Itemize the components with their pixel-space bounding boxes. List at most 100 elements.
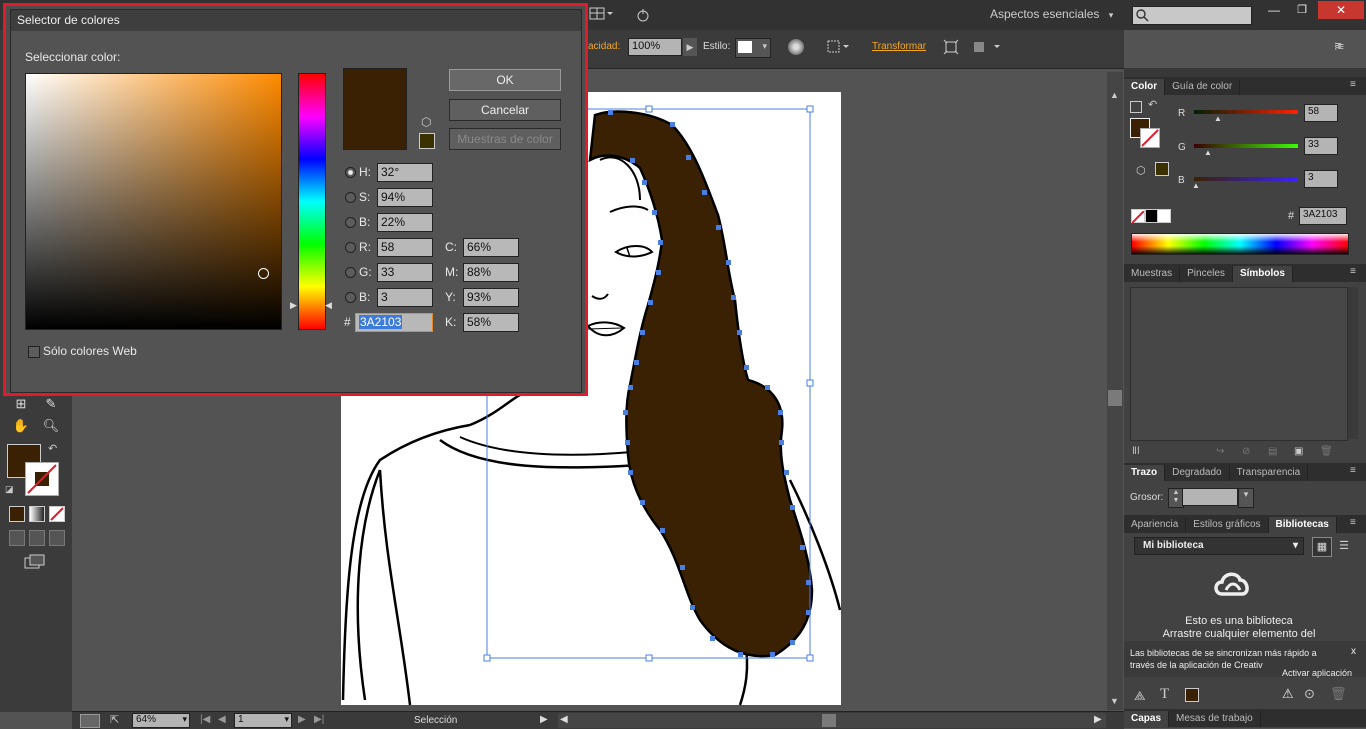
color-swatches-button[interactable]: Muestras de color	[449, 128, 561, 150]
r-slider[interactable]	[1194, 110, 1298, 114]
tab-gradient[interactable]: Degradado	[1165, 465, 1230, 481]
navigator-icon[interactable]	[80, 714, 100, 728]
close-button[interactable]: ✕	[1318, 1, 1364, 19]
green-radio[interactable]	[345, 267, 356, 278]
tab-symbols[interactable]: Símbolos	[1232, 266, 1293, 282]
hex-input[interactable]: 3A2103	[355, 313, 433, 332]
artboard-number-dropdown[interactable]: 1 ▾	[234, 713, 292, 728]
brightness-radio[interactable]	[345, 217, 356, 228]
swap-fill-stroke-icon[interactable]: ↶	[1148, 98, 1157, 111]
out-of-gamut-icon[interactable]: ⬡	[1136, 164, 1146, 177]
h-scroll-thumb[interactable]	[822, 714, 836, 727]
scroll-up-icon[interactable]: ▲	[1110, 90, 1119, 100]
activate-app-label[interactable]: Activar aplicación	[1282, 668, 1352, 678]
white-swatch[interactable]	[1157, 209, 1171, 223]
panel-menu-icon[interactable]: ≡	[1350, 79, 1356, 90]
g-slider-thumb[interactable]: ▲	[1204, 148, 1212, 157]
delete-symbol-icon[interactable]: 🗑︎	[1320, 446, 1333, 457]
add-color-swatch[interactable]	[1185, 688, 1199, 702]
add-graphic-icon[interactable]: ⟁	[1134, 688, 1146, 704]
hue-slider[interactable]	[298, 73, 326, 330]
saturation-radio[interactable]	[345, 192, 356, 203]
stroke-weight-input[interactable]	[1182, 488, 1238, 506]
panel-menu-icon[interactable]: ⁝≡	[1334, 40, 1350, 54]
panel-menu-icon[interactable]: ≡	[1350, 465, 1356, 476]
minimize-button[interactable]: —	[1262, 3, 1286, 19]
tab-swatches[interactable]: Muestras	[1124, 266, 1181, 282]
tab-brushes[interactable]: Pinceles	[1180, 266, 1233, 282]
r-slider-thumb[interactable]: ▲	[1214, 114, 1222, 123]
red-radio[interactable]	[345, 242, 356, 253]
brightness-input[interactable]: 22%	[377, 213, 433, 232]
color-field[interactable]	[25, 73, 282, 330]
color-field-cursor[interactable]	[258, 268, 269, 279]
blue-input[interactable]: 3	[377, 288, 433, 307]
list-view-icon[interactable]: ☰	[1336, 537, 1352, 555]
hue-input[interactable]: 32°	[377, 163, 433, 182]
new-symbol-icon[interactable]: ▣	[1294, 446, 1303, 457]
none-color-swatch[interactable]	[1131, 209, 1145, 224]
magenta-input[interactable]: 88%	[463, 263, 519, 282]
first-artboard-icon[interactable]: |◀	[200, 714, 210, 725]
yellow-input[interactable]: 93%	[463, 288, 519, 307]
help-search-input[interactable]	[1132, 6, 1252, 25]
vertical-scrollbar[interactable]: ▲ ▼	[1107, 72, 1123, 710]
gamut-swatch[interactable]	[1155, 162, 1169, 176]
g-value-input[interactable]: 33	[1304, 137, 1338, 155]
green-input[interactable]: 33	[377, 263, 433, 282]
hue-radio[interactable]	[345, 167, 356, 178]
color-spectrum[interactable]	[1131, 233, 1349, 255]
symbol-options-icon[interactable]: ▤	[1268, 446, 1277, 457]
tab-graphic-styles[interactable]: Estilos gráficos	[1186, 517, 1269, 533]
zoom-dropdown[interactable]: 64% ▾	[132, 713, 190, 728]
horizontal-scrollbar[interactable]: ◀ ▶	[558, 713, 1106, 728]
default-colors-icon[interactable]	[1130, 101, 1142, 113]
hex-input[interactable]: 3A2103	[1299, 207, 1347, 225]
notification-close-button[interactable]: x	[1351, 646, 1356, 657]
add-text-icon[interactable]: T	[1160, 686, 1169, 703]
panel-collapse-strip[interactable]	[1124, 68, 1366, 77]
maximize-button[interactable]: ❐	[1290, 3, 1314, 19]
delete-icon[interactable]: 🗑︎	[1330, 686, 1347, 702]
out-of-gamut-icon[interactable]: ⬡	[421, 115, 431, 129]
status-menu-icon[interactable]: ▶	[540, 714, 548, 725]
dialog-title[interactable]: Selector de colores	[11, 10, 581, 31]
symbols-scrollbar[interactable]	[1348, 287, 1358, 439]
next-artboard-icon[interactable]: ▶	[298, 714, 306, 725]
panel-menu-icon[interactable]: ≡	[1350, 266, 1356, 277]
tab-appearance[interactable]: Apariencia	[1124, 517, 1187, 533]
library-selector[interactable]: Mi biblioteca ▾	[1134, 537, 1304, 555]
warning-icon[interactable]: ⚠	[1282, 686, 1294, 702]
red-input[interactable]: 58	[377, 238, 433, 257]
tab-color[interactable]: Color	[1124, 79, 1166, 95]
scroll-right-icon[interactable]: ▶	[1094, 714, 1102, 725]
r-value-input[interactable]: 58	[1304, 104, 1338, 122]
panel-menu-icon[interactable]: ≡	[1350, 517, 1356, 528]
cyan-input[interactable]: 66%	[463, 238, 519, 257]
tab-transparency[interactable]: Transparencia	[1230, 465, 1309, 481]
ok-button[interactable]: OK	[449, 69, 561, 91]
cancel-button[interactable]: Cancelar	[449, 99, 561, 121]
hue-slider-left-arrow[interactable]: ▶	[290, 300, 297, 311]
scroll-left-icon[interactable]: ◀	[560, 714, 568, 725]
break-link-icon[interactable]: ⊘	[1242, 446, 1250, 457]
b-slider-thumb[interactable]: ▲	[1192, 181, 1200, 190]
hue-slider-right-arrow[interactable]: ◀	[325, 300, 332, 311]
prev-artboard-icon[interactable]: ◀	[218, 714, 226, 725]
tab-libraries[interactable]: Bibliotecas	[1268, 517, 1337, 533]
cc-sync-icon[interactable]: ⊙	[1304, 686, 1315, 702]
symbols-list[interactable]	[1130, 287, 1348, 441]
web-colors-checkbox[interactable]	[28, 346, 40, 358]
saturation-input[interactable]: 94%	[377, 188, 433, 207]
blue-radio[interactable]	[345, 292, 356, 303]
symbol-libraries-icon[interactable]: ⅡⅠ	[1132, 446, 1140, 457]
b-slider[interactable]	[1194, 177, 1298, 181]
scroll-thumb[interactable]	[1108, 390, 1122, 406]
tab-layers[interactable]: Capas	[1124, 711, 1170, 727]
color-stroke-swatch[interactable]	[1140, 128, 1160, 148]
tab-color-guide[interactable]: Guía de color	[1165, 79, 1241, 95]
tab-artboards[interactable]: Mesas de trabajo	[1169, 711, 1261, 727]
last-artboard-icon[interactable]: ▶|	[314, 714, 324, 725]
b-value-input[interactable]: 3	[1304, 170, 1338, 188]
black-key-input[interactable]: 58%	[463, 313, 519, 332]
